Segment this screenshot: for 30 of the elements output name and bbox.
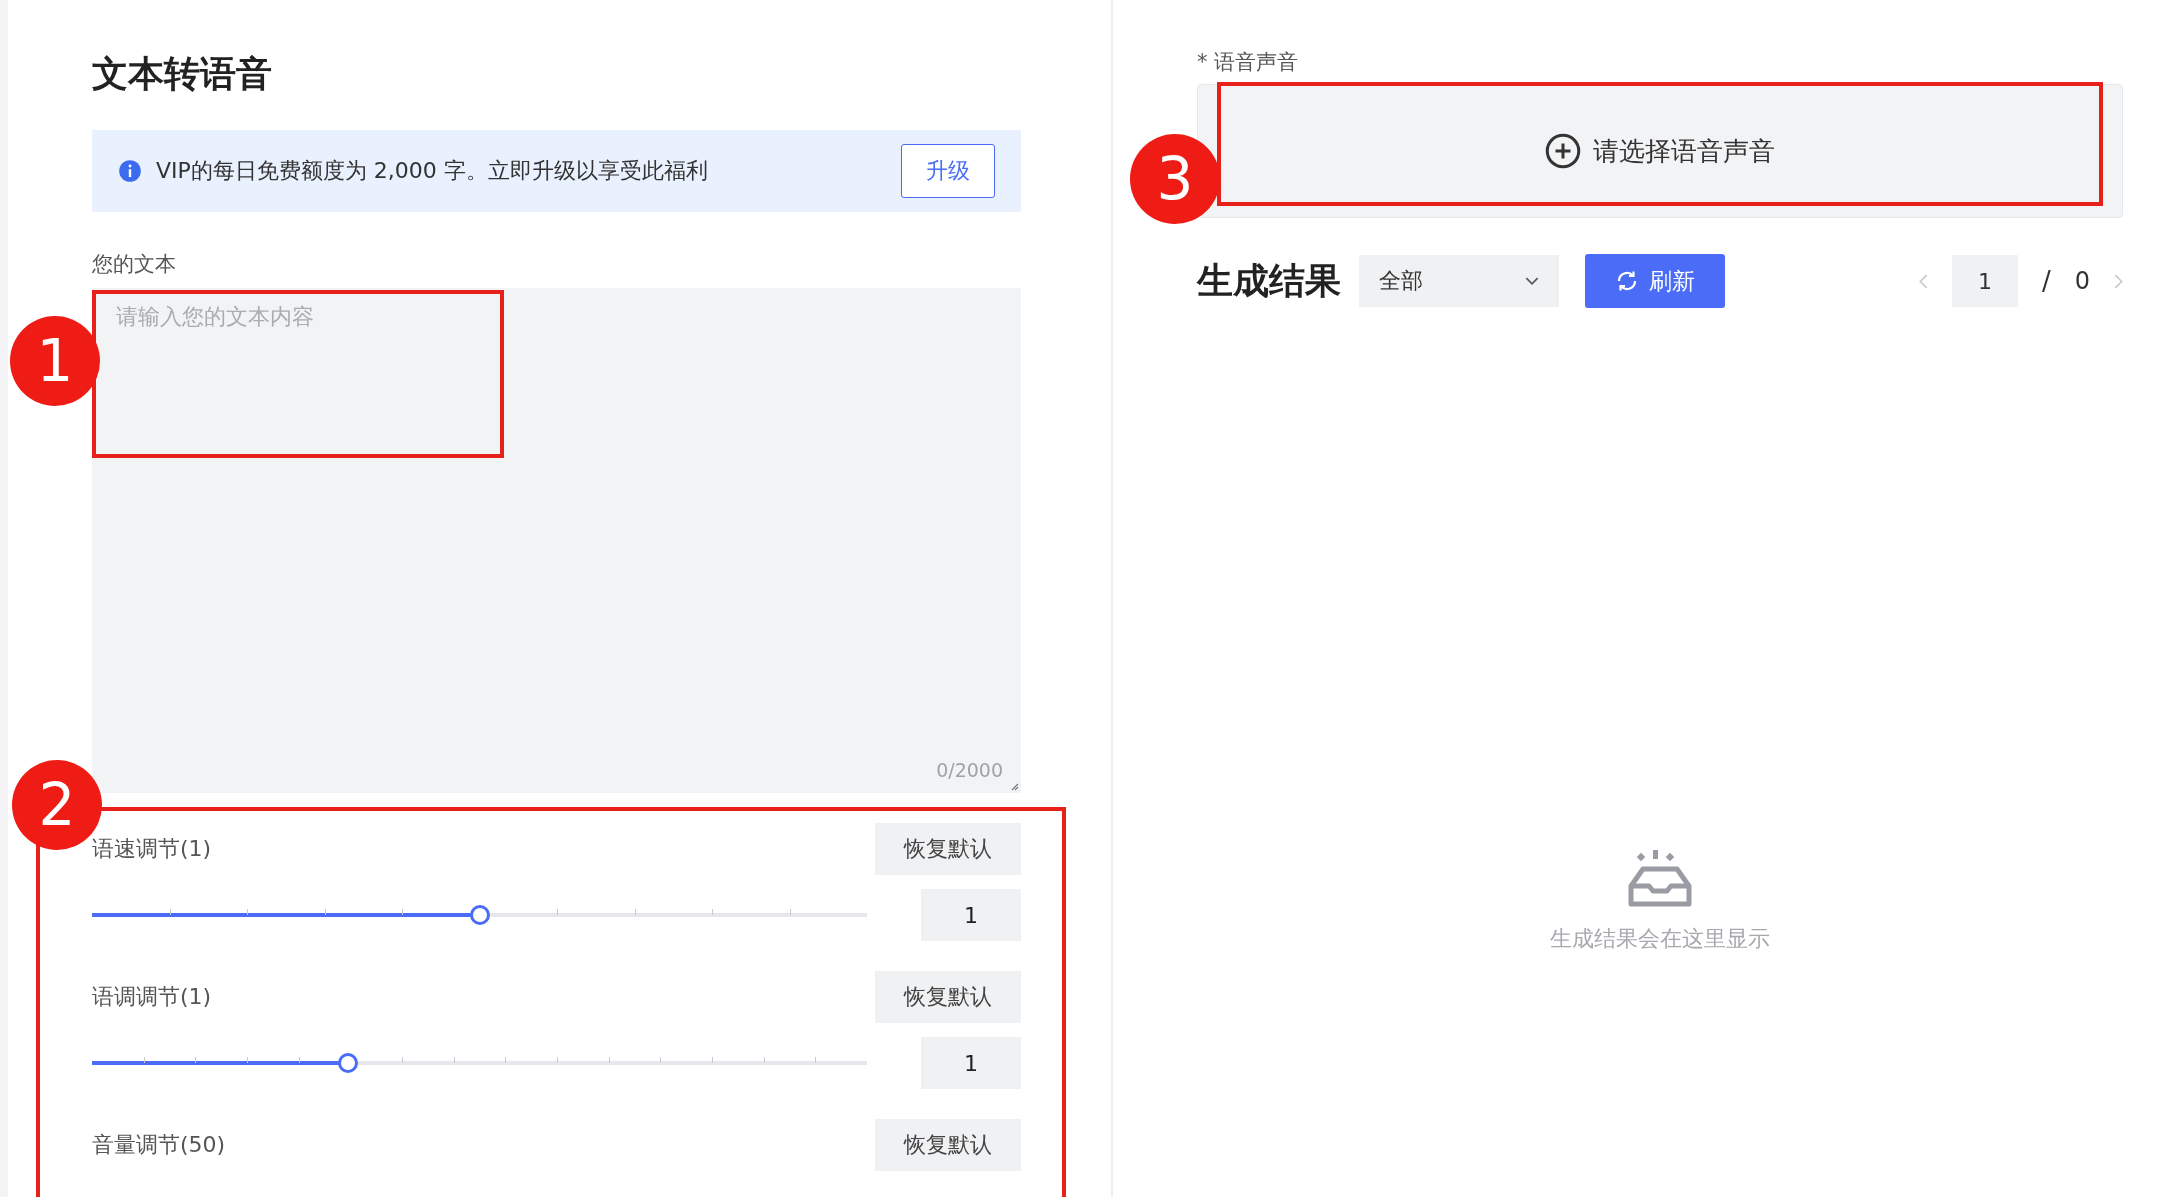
page-field[interactable]: 1 xyxy=(1951,255,2018,307)
select-voice-button[interactable]: 请选择语音声音 xyxy=(1197,84,2123,218)
slider-thumb[interactable] xyxy=(337,1053,358,1073)
upgrade-button[interactable]: 升级 xyxy=(901,144,995,198)
text-label: 您的文本 xyxy=(92,251,177,278)
page-title: 文本转语音 xyxy=(92,52,273,96)
page-total: 0 xyxy=(2074,267,2090,295)
refresh-icon xyxy=(1615,269,1639,293)
results-title: 生成结果 xyxy=(1197,258,1341,303)
filter-dropdown[interactable]: 全部 xyxy=(1359,255,1559,307)
resize-handle-icon[interactable] xyxy=(1009,781,1019,791)
refresh-button[interactable]: 刷新 xyxy=(1585,254,1725,308)
notice-text: VIP的每日免费额度为 2,000 字。立即升级以享受此福利 xyxy=(156,157,709,185)
add-icon xyxy=(1545,133,1581,169)
chevron-down-icon xyxy=(1525,276,1539,286)
value-field[interactable]: 1 xyxy=(921,889,1021,941)
info-icon xyxy=(118,159,142,183)
reset-button[interactable]: 恢复默认 xyxy=(875,1119,1021,1171)
step-number-badge: 3 xyxy=(1130,134,1220,224)
slider-thumb[interactable] xyxy=(469,905,490,925)
page-separator: / xyxy=(2041,266,2051,296)
empty-state-text: 生成结果会在这里显示 xyxy=(1550,925,1770,953)
slider-label: 语调调节(1) xyxy=(92,983,212,1011)
char-counter: 0/2000 xyxy=(936,759,1003,781)
voice-label: * 语音声音 xyxy=(1197,49,1300,76)
step-number-badge: 1 xyxy=(10,316,100,406)
reset-button[interactable]: 恢复默认 xyxy=(875,971,1021,1023)
value-field[interactable]: 1 xyxy=(921,1037,1021,1089)
slider-label: 音量调节(50) xyxy=(92,1131,226,1159)
reset-button[interactable]: 恢复默认 xyxy=(875,823,1021,875)
